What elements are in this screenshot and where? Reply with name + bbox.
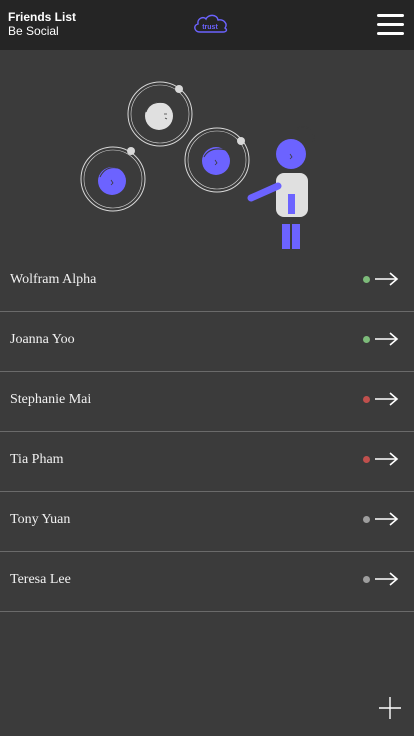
friend-name: Stephanie Mai (10, 392, 92, 407)
page-title: Friends List (8, 10, 77, 24)
arrow-right-icon[interactable] (375, 392, 399, 406)
status-dot (363, 576, 370, 583)
friend-name: Teresa Lee (10, 572, 71, 587)
friend-row[interactable]: Tony Yuan (0, 492, 414, 552)
friend-name: Wolfram Alpha (10, 272, 97, 287)
title-block: Friends List Be Social (8, 10, 76, 38)
arrow-right-icon[interactable] (375, 572, 399, 586)
friend-row[interactable]: Stephanie Mai (0, 372, 414, 432)
friends-list: Wolfram Alpha Joanna Yoo Stephanie Mai T… (0, 252, 414, 612)
friend-row[interactable]: Wolfram Alpha (0, 252, 414, 312)
status-dot (363, 516, 370, 523)
friend-name: Tony Yuan (10, 512, 71, 527)
status-dot (363, 396, 370, 403)
status-dot (363, 336, 370, 343)
arrow-right-icon[interactable] (375, 512, 399, 526)
friend-name: Joanna Yoo (10, 332, 75, 347)
arrow-right-icon[interactable] (375, 332, 399, 346)
hamburger-menu-icon[interactable] (377, 13, 404, 37)
page-subtitle: Be Social (8, 24, 59, 38)
app-header: Friends List Be Social trust (0, 0, 414, 50)
logo-text: trust (202, 24, 218, 31)
arrow-right-icon[interactable] (375, 272, 399, 286)
friend-row[interactable]: Joanna Yoo (0, 312, 414, 372)
arrow-right-icon[interactable] (375, 452, 399, 466)
status-dot (363, 456, 370, 463)
plus-icon[interactable] (378, 696, 402, 720)
friend-row[interactable]: Teresa Lee (0, 552, 414, 612)
friend-row[interactable]: Tia Pham (0, 432, 414, 492)
friends-illustration (80, 81, 315, 249)
friend-name: Tia Pham (10, 452, 64, 467)
status-dot (363, 276, 370, 283)
cloud-logo-icon: trust (194, 14, 228, 33)
